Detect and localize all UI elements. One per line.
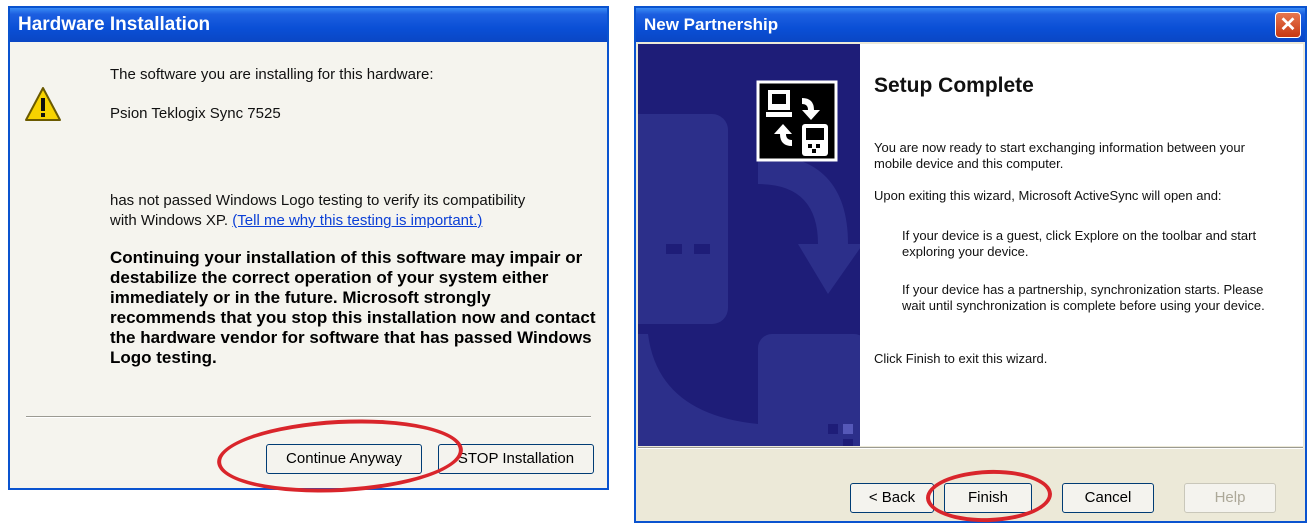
wizard-side-graphic — [638, 44, 860, 446]
warning-icon — [25, 87, 61, 121]
setup-complete-heading: Setup Complete — [874, 74, 1034, 97]
hardware-installation-dialog: Hardware Installation The software you a… — [8, 6, 609, 490]
warning-text: Continuing your installation of this sof… — [110, 248, 596, 367]
intro-text: The software you are installing for this… — [110, 66, 434, 83]
ready-text: You are now ready to start exchanging in… — [874, 140, 1245, 171]
logo-test-text: has not passed Windows Logo testing to v… — [110, 192, 526, 209]
back-button[interactable]: < Back — [850, 483, 934, 513]
sync-devices-icon — [756, 80, 838, 162]
cancel-button[interactable]: Cancel — [1062, 483, 1154, 513]
finish-instruction: Click Finish to exit this wizard. — [874, 351, 1048, 366]
logo-test-text-2: with Windows XP. (Tell me why this testi… — [110, 212, 482, 229]
why-testing-link[interactable]: (Tell me why this testing is important.) — [232, 212, 482, 229]
wizard-body: Setup Complete You are now ready to star… — [860, 44, 1303, 446]
hardware-dialog-content: The software you are installing for this… — [10, 42, 607, 488]
new-partnership-dialog: New Partnership ✕ Setup Complete You are… — [634, 6, 1307, 523]
close-icon[interactable]: ✕ — [1275, 12, 1301, 38]
guest-text: If your device is a guest, click Explore… — [902, 228, 1257, 259]
separator — [26, 416, 591, 418]
logo-test-prefix: with Windows XP. — [110, 212, 233, 229]
partnership-dialog-title: New Partnership — [636, 8, 1305, 42]
partnership-text: If your device has a partnership, synchr… — [902, 282, 1265, 313]
hardware-dialog-title: Hardware Installation — [10, 8, 607, 42]
button-separator — [638, 447, 1303, 449]
device-name: Psion Teklogix Sync 7525 — [110, 105, 281, 122]
help-button: Help — [1184, 483, 1276, 513]
exit-text: Upon exiting this wizard, Microsoft Acti… — [874, 188, 1222, 203]
